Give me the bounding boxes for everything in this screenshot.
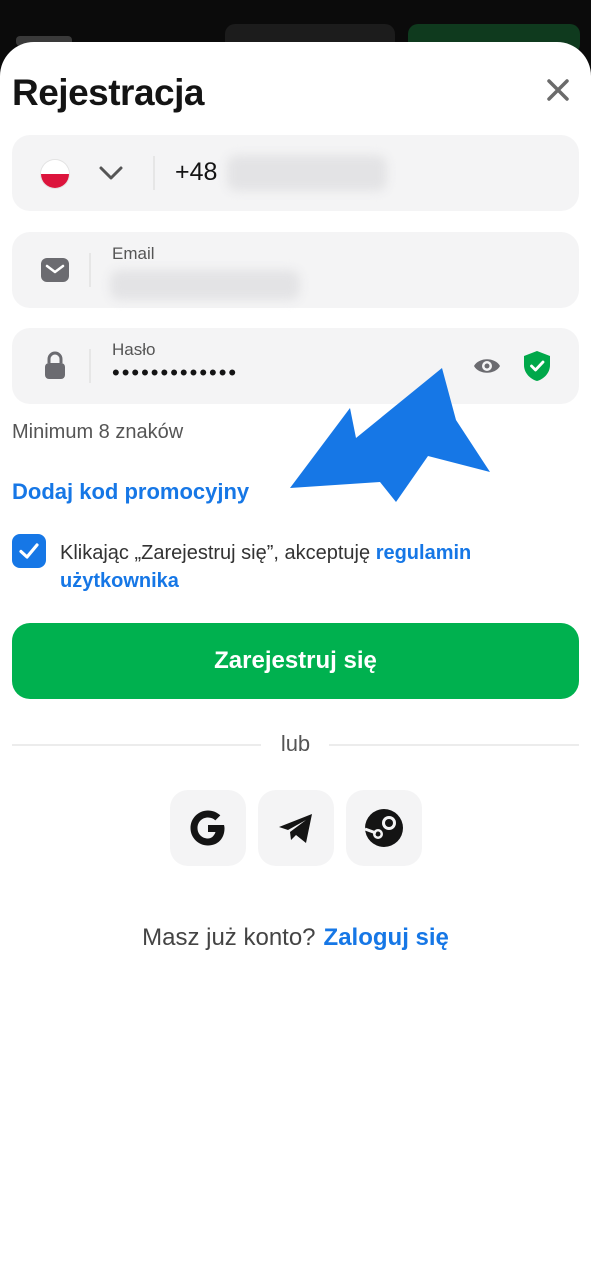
- field-divider: [89, 253, 91, 287]
- login-row: Masz już konto? Zaloguj się: [0, 924, 591, 952]
- telegram-login-button[interactable]: [258, 790, 334, 866]
- email-field[interactable]: Email: [12, 232, 579, 308]
- poland-flag-icon: [41, 160, 69, 188]
- steam-icon: [364, 809, 403, 847]
- annotation-arrow-icon: [290, 368, 490, 502]
- register-button[interactable]: Zarejestruj się: [12, 623, 579, 699]
- lock-icon: [45, 351, 65, 379]
- password-label: Hasło: [112, 340, 156, 359]
- phone-number-redacted[interactable]: [227, 155, 387, 191]
- shield-check-icon: [524, 351, 550, 381]
- login-prompt: Masz już konto?: [142, 924, 316, 951]
- phone-prefix: +48: [175, 158, 218, 186]
- password-hint: Minimum 8 znaków: [12, 421, 184, 443]
- terms-label: Klikając „Zarejestruj się”, akceptuję: [60, 542, 376, 564]
- phone-field[interactable]: +48: [12, 135, 579, 211]
- terms-checkbox[interactable]: [12, 534, 46, 568]
- email-label: Email: [112, 244, 155, 263]
- google-login-button[interactable]: [170, 790, 246, 866]
- divider-label: lub: [280, 731, 311, 756]
- registration-sheet: Rejestracja +48 Email Hasło ••••••••••••…: [0, 42, 591, 1280]
- checkmark-icon: [19, 543, 39, 559]
- chevron-down-icon[interactable]: [98, 161, 124, 185]
- mail-icon: [41, 258, 69, 282]
- add-promo-code-link[interactable]: Dodaj kod promocyjny: [12, 479, 249, 505]
- close-icon[interactable]: [540, 72, 576, 108]
- password-value[interactable]: •••••••••••••: [112, 360, 238, 386]
- field-divider: [89, 349, 91, 383]
- field-divider: [153, 156, 155, 190]
- terms-text: Klikając „Zarejestruj się”, akceptuję re…: [60, 539, 570, 595]
- sheet-title: Rejestracja: [12, 72, 204, 113]
- login-link[interactable]: Zaloguj się: [324, 924, 449, 951]
- telegram-icon: [279, 814, 312, 843]
- steam-login-button[interactable]: [346, 790, 422, 866]
- google-icon: [190, 810, 225, 846]
- email-value-redacted[interactable]: [110, 270, 300, 300]
